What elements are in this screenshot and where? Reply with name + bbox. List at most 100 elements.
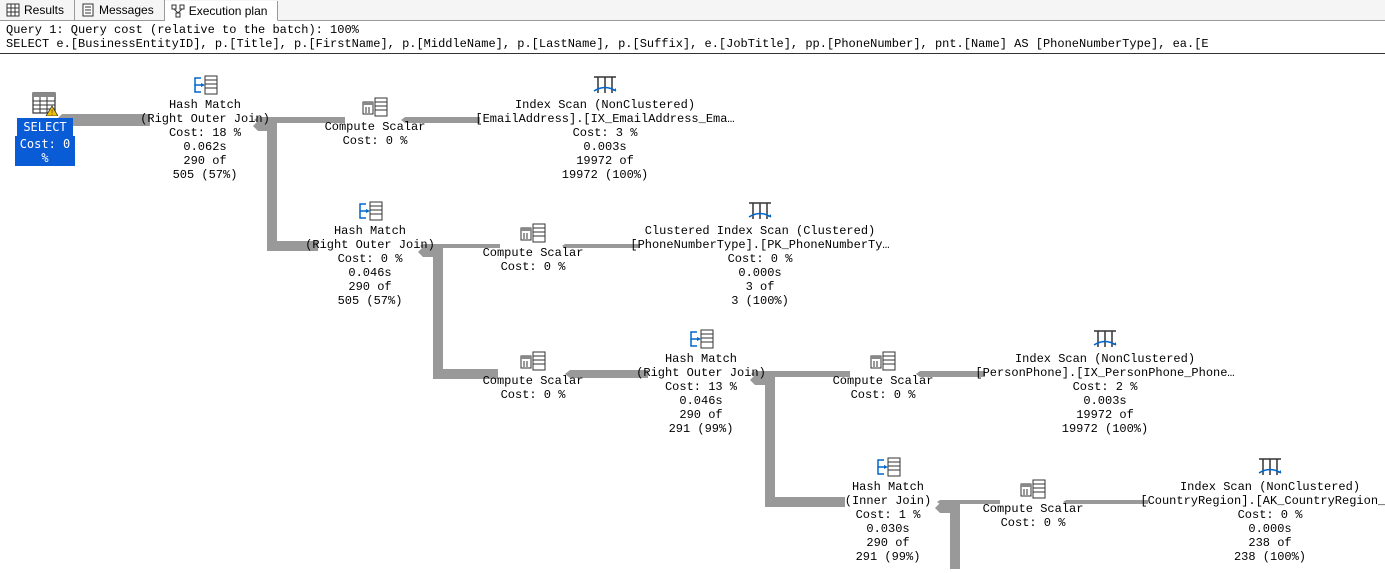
compute-scalar-icon	[519, 350, 547, 372]
l2: Cost: 0 %	[828, 388, 938, 402]
tab-messages[interactable]: Messages	[75, 0, 165, 20]
index-scan-icon	[592, 74, 618, 96]
tab-execution-plan-label: Execution plan	[189, 4, 268, 18]
node-compute-scalar-2[interactable]: Compute Scalar Cost: 0 %	[478, 222, 588, 274]
l1: Clustered Index Scan (Clustered)	[630, 224, 890, 238]
hash-match-icon	[687, 328, 715, 350]
l2: (Inner Join)	[828, 494, 948, 508]
l4: 0.003s	[475, 140, 735, 154]
l4: 0.046s	[636, 394, 766, 408]
select-icon: !	[32, 92, 58, 116]
l4: 0.062s	[140, 140, 270, 154]
l6: 291 (99%)	[828, 550, 948, 564]
l1: Compute Scalar	[828, 374, 938, 388]
query-cost-header: Query 1: Query cost (relative to the bat…	[0, 21, 1385, 37]
index-scan-icon	[1092, 328, 1118, 350]
compute-scalar-icon	[869, 350, 897, 372]
select-cost: Cost: 0 %	[15, 136, 75, 166]
l5: 290 of	[636, 408, 766, 422]
node-index-scan-personphone[interactable]: Index Scan (NonClustered) [PersonPhone].…	[975, 328, 1235, 436]
l2: (Right Outer Join)	[305, 238, 435, 252]
l3: Cost: 3 %	[475, 126, 735, 140]
hash-match-icon	[191, 74, 219, 96]
l5: 290 of	[305, 280, 435, 294]
l1: Hash Match	[828, 480, 948, 494]
l1: Index Scan (NonClustered)	[975, 352, 1235, 366]
l3: Cost: 2 %	[975, 380, 1235, 394]
node-hash-match-3[interactable]: Hash Match (Right Outer Join) Cost: 13 %…	[636, 328, 766, 436]
l2: Cost: 0 %	[478, 260, 588, 274]
l2: [PersonPhone].[IX_PersonPhone_Phone…	[975, 366, 1235, 380]
l1: Hash Match	[305, 224, 435, 238]
execution-plan-canvas[interactable]: ! SELECT Cost: 0 % Hash Match (Right Out…	[0, 54, 1385, 571]
tab-execution-plan[interactable]: Execution plan	[165, 1, 279, 21]
l1: Hash Match	[636, 352, 766, 366]
l5: 290 of	[140, 154, 270, 168]
l1: Compute Scalar	[978, 502, 1088, 516]
l5: 290 of	[828, 536, 948, 550]
l1: Compute Scalar	[478, 246, 588, 260]
l4: 0.046s	[305, 266, 435, 280]
l1: Index Scan (NonClustered)	[1140, 480, 1385, 494]
l4: 0.030s	[828, 522, 948, 536]
node-compute-scalar-1[interactable]: Compute Scalar Cost: 0 %	[320, 96, 430, 148]
l5: 238 of	[1140, 536, 1385, 550]
l2: [EmailAddress].[IX_EmailAddress_Ema…	[475, 112, 735, 126]
compute-scalar-icon	[1019, 478, 1047, 500]
l6: 505 (57%)	[140, 168, 270, 182]
plan-icon	[171, 4, 185, 18]
l2: (Right Outer Join)	[636, 366, 766, 380]
tabs-bar: Results Messages Execution plan	[0, 0, 1385, 21]
l2: Cost: 0 %	[320, 134, 430, 148]
l3: Cost: 0 %	[630, 252, 890, 266]
svg-text:!: !	[50, 109, 55, 116]
index-scan-icon	[1257, 456, 1283, 478]
l5: 3 of	[630, 280, 890, 294]
l2: Cost: 0 %	[478, 388, 588, 402]
l3: Cost: 0 %	[1140, 508, 1385, 522]
node-index-scan-email[interactable]: Index Scan (NonClustered) [EmailAddress]…	[475, 74, 735, 182]
l5: 19972 of	[475, 154, 735, 168]
node-index-scan-countryregion[interactable]: Index Scan (NonClustered) [CountryRegion…	[1140, 456, 1385, 564]
hash-match-icon	[874, 456, 902, 478]
l2: [PhoneNumberType].[PK_PhoneNumberTy…	[630, 238, 890, 252]
l3: Cost: 13 %	[636, 380, 766, 394]
node-select[interactable]: ! SELECT Cost: 0 %	[15, 92, 75, 166]
l2: [CountryRegion].[AK_CountryRegion_N…	[1140, 494, 1385, 508]
l1: Index Scan (NonClustered)	[475, 98, 735, 112]
node-hash-match-2[interactable]: Hash Match (Right Outer Join) Cost: 0 % …	[305, 200, 435, 308]
compute-scalar-icon	[361, 96, 389, 118]
l6: 3 (100%)	[630, 294, 890, 308]
select-label: SELECT	[17, 118, 72, 136]
tab-messages-label: Messages	[99, 3, 154, 17]
node-compute-scalar-5[interactable]: Compute Scalar Cost: 0 %	[978, 478, 1088, 530]
l2: Cost: 0 %	[978, 516, 1088, 530]
node-clustered-index-scan-phonenumbertype[interactable]: Clustered Index Scan (Clustered) [PhoneN…	[630, 200, 890, 308]
l6: 505 (57%)	[305, 294, 435, 308]
tab-results-label: Results	[24, 3, 64, 17]
l2: (Right Outer Join)	[140, 112, 270, 126]
l3: Cost: 1 %	[828, 508, 948, 522]
l6: 19972 (100%)	[475, 168, 735, 182]
l6: 19972 (100%)	[975, 422, 1235, 436]
grid-icon	[6, 3, 20, 17]
l1: Hash Match	[140, 98, 270, 112]
l3: Cost: 18 %	[140, 126, 270, 140]
document-icon	[81, 3, 95, 17]
l1: Compute Scalar	[478, 374, 588, 388]
query-text: SELECT e.[BusinessEntityID], p.[Title], …	[0, 37, 1385, 54]
compute-scalar-icon	[519, 222, 547, 244]
node-hash-match-1[interactable]: Hash Match (Right Outer Join) Cost: 18 %…	[140, 74, 270, 182]
l4: 0.000s	[1140, 522, 1385, 536]
l3: Cost: 0 %	[305, 252, 435, 266]
l6: 291 (99%)	[636, 422, 766, 436]
node-compute-scalar-4[interactable]: Compute Scalar Cost: 0 %	[828, 350, 938, 402]
index-scan-icon	[747, 200, 773, 222]
l4: 0.003s	[975, 394, 1235, 408]
l5: 19972 of	[975, 408, 1235, 422]
node-hash-match-4[interactable]: Hash Match (Inner Join) Cost: 1 % 0.030s…	[828, 456, 948, 564]
l1: Compute Scalar	[320, 120, 430, 134]
node-compute-scalar-3[interactable]: Compute Scalar Cost: 0 %	[478, 350, 588, 402]
l6: 238 (100%)	[1140, 550, 1385, 564]
tab-results[interactable]: Results	[0, 0, 75, 20]
